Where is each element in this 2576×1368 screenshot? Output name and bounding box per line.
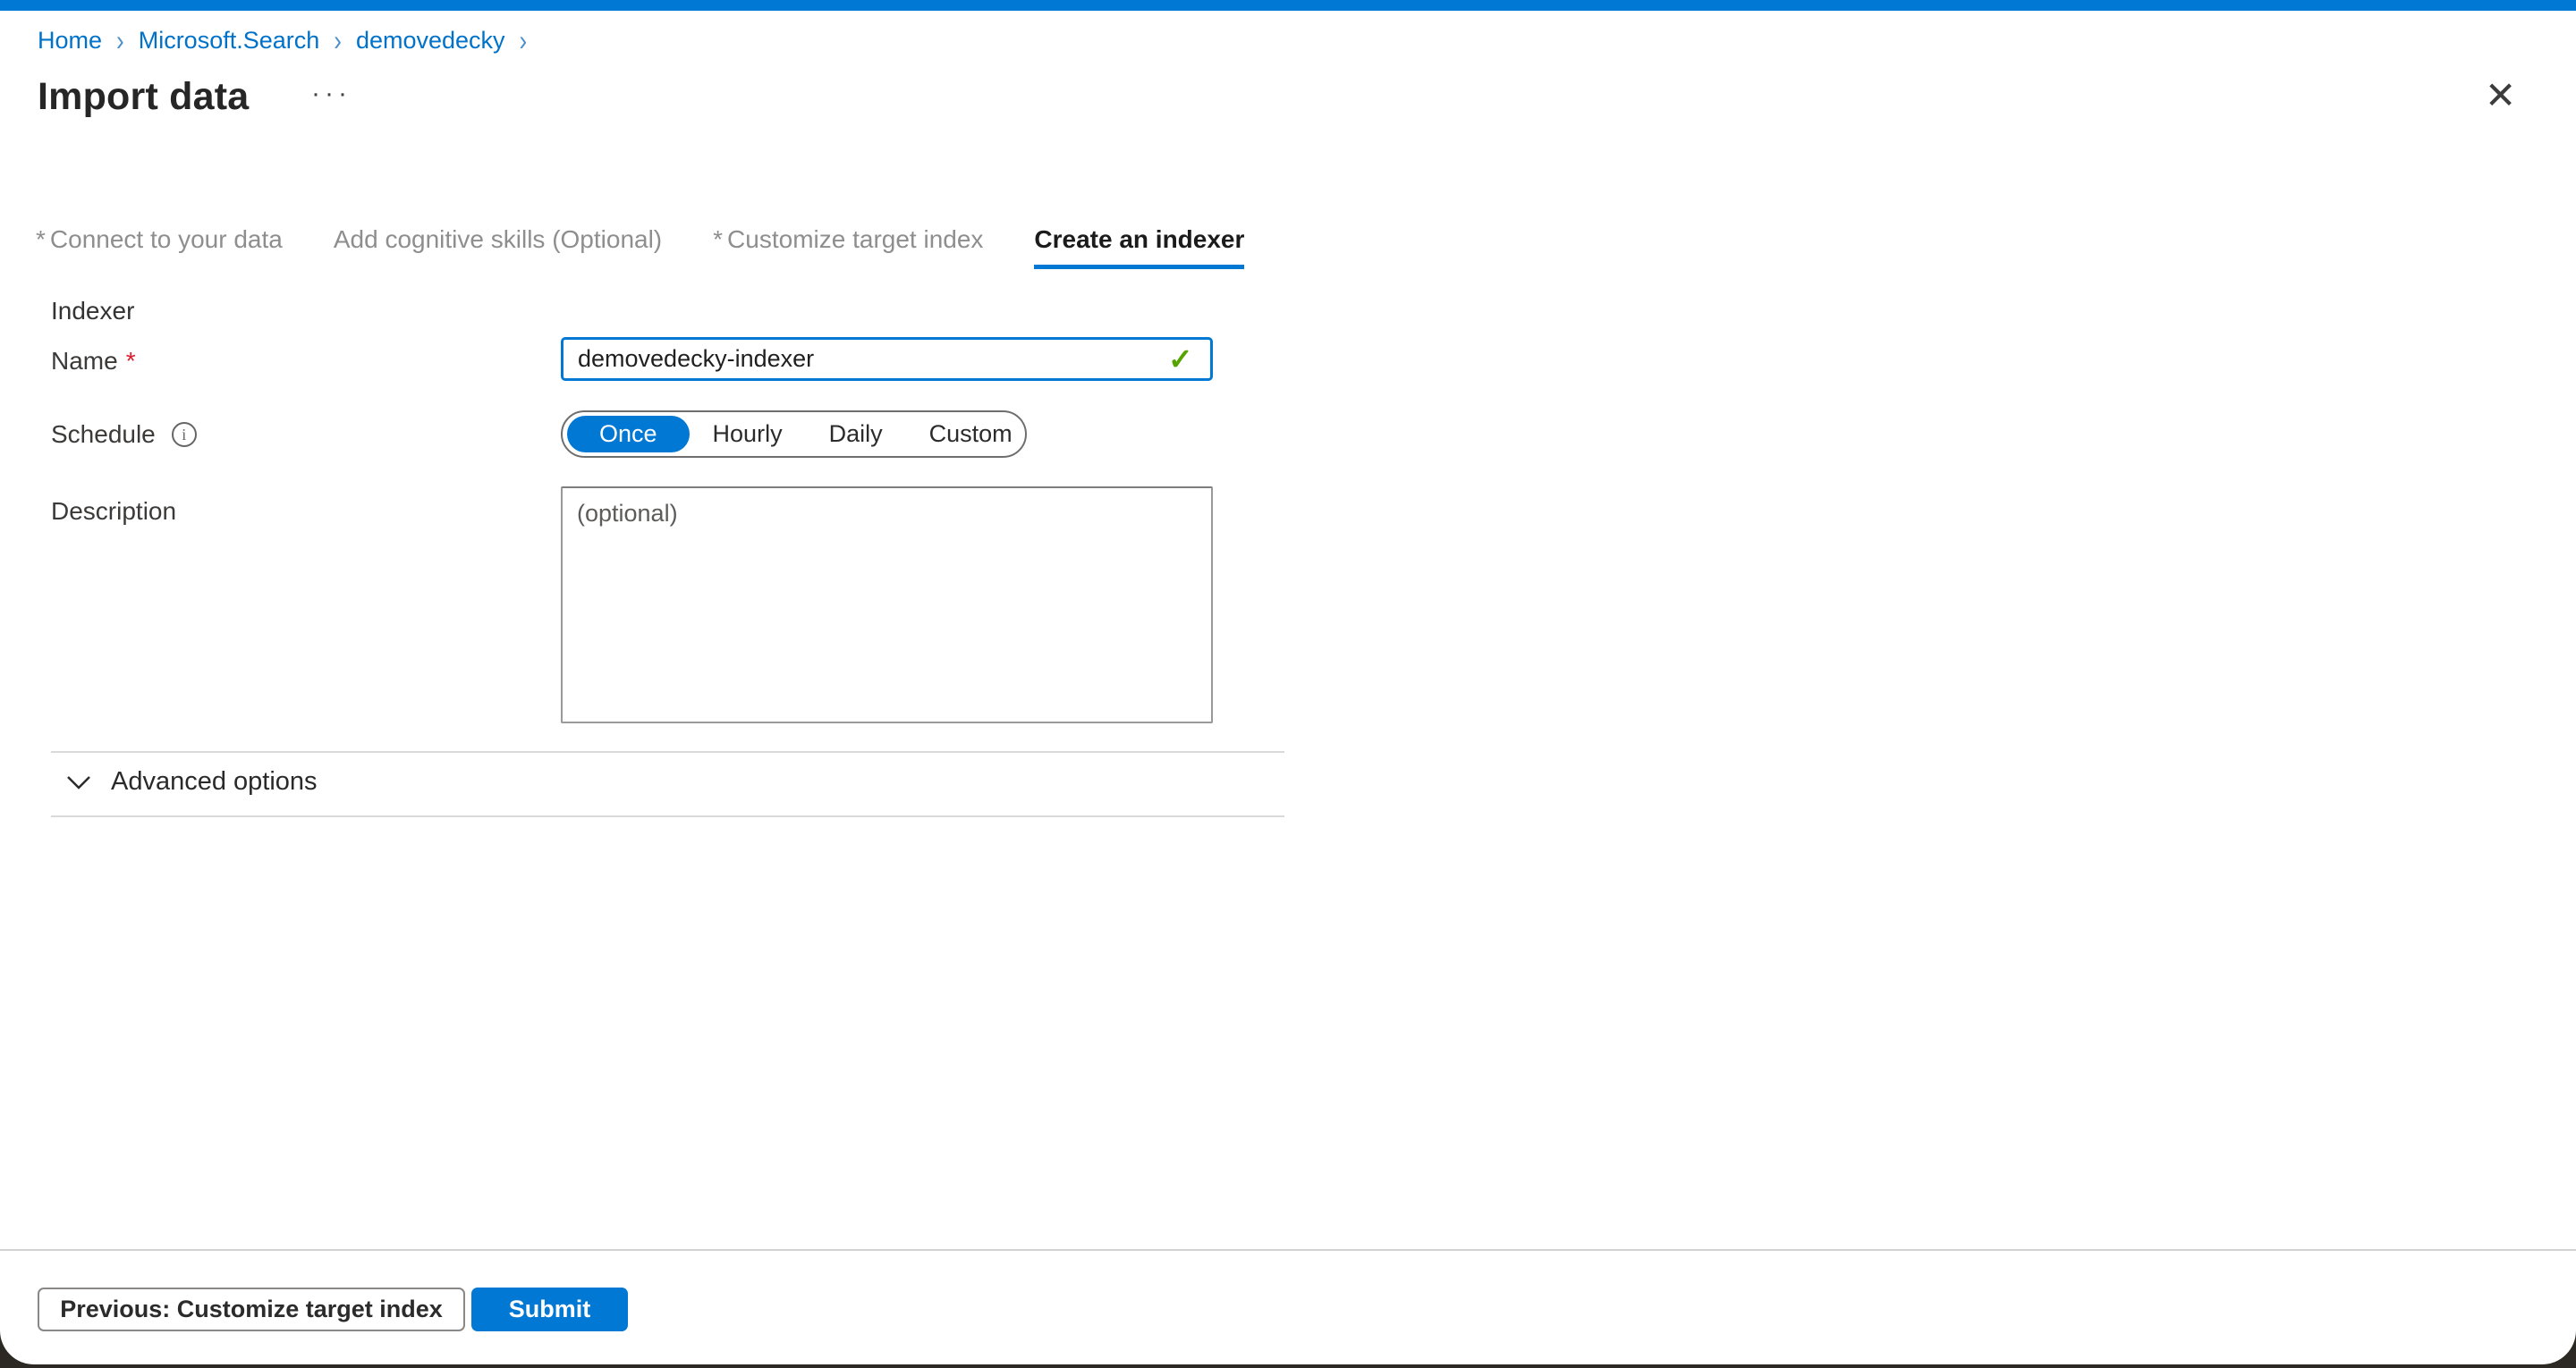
description-textarea[interactable] — [561, 486, 1213, 723]
schedule-option-once[interactable]: Once — [567, 416, 690, 452]
schedule-option-daily[interactable]: Daily — [806, 416, 906, 452]
breadcrumb-separator-icon: › — [334, 23, 342, 58]
page-title: Import data — [38, 75, 249, 119]
breadcrumb-separator-icon: › — [116, 23, 124, 58]
required-asterisk: * — [126, 347, 136, 376]
required-marker: * — [713, 225, 723, 253]
breadcrumb-microsoft-search[interactable]: Microsoft.Search — [139, 27, 320, 55]
tab-add-cognitive-skills[interactable]: Add cognitive skills (Optional) — [334, 224, 662, 269]
footer-divider — [0, 1249, 2576, 1251]
more-options-button[interactable]: ··· — [311, 79, 352, 109]
previous-button[interactable]: Previous: Customize target index — [38, 1288, 465, 1331]
valid-checkmark-icon: ✓ — [1168, 342, 1193, 376]
tab-customize-target-index[interactable]: *Customize target index — [713, 224, 983, 269]
chevron-down-icon — [66, 775, 91, 790]
breadcrumb: Home › Microsoft.Search › demovedecky › — [38, 27, 527, 55]
azure-accent-bar — [0, 0, 2576, 11]
tab-label: Connect to your data — [50, 225, 283, 253]
schedule-toggle-group: Once Hourly Daily Custom — [561, 410, 1027, 458]
info-icon[interactable]: i — [172, 422, 197, 447]
tab-connect-to-your-data[interactable]: *Connect to your data — [36, 224, 283, 269]
description-field-label: Description — [51, 497, 176, 526]
divider — [51, 751, 1284, 753]
tab-create-an-indexer[interactable]: Create an indexer — [1034, 224, 1244, 269]
advanced-options-label: Advanced options — [111, 767, 318, 797]
import-data-panel: Home › Microsoft.Search › demovedecky › … — [0, 0, 2576, 1364]
schedule-option-hourly[interactable]: Hourly — [690, 416, 806, 452]
breadcrumb-home[interactable]: Home — [38, 27, 102, 55]
close-icon[interactable]: ✕ — [2485, 77, 2516, 114]
breadcrumb-separator-icon: › — [520, 23, 528, 58]
breadcrumb-demovedecky[interactable]: demovedecky — [356, 27, 505, 55]
submit-button[interactable]: Submit — [471, 1288, 628, 1331]
required-marker: * — [36, 225, 46, 253]
tab-label: Add cognitive skills (Optional) — [334, 225, 662, 253]
tab-bar: *Connect to your data Add cognitive skil… — [36, 224, 1244, 269]
schedule-option-custom[interactable]: Custom — [906, 416, 1036, 452]
divider — [51, 815, 1284, 817]
name-field-label: Name * — [51, 347, 136, 376]
indexer-section-title: Indexer — [51, 297, 134, 325]
advanced-options-toggle[interactable]: Advanced options — [66, 767, 318, 797]
tab-label: Customize target index — [727, 225, 983, 253]
tab-label: Create an indexer — [1034, 225, 1244, 253]
indexer-name-input[interactable] — [561, 337, 1213, 381]
schedule-field-label: Schedule i — [51, 420, 197, 449]
